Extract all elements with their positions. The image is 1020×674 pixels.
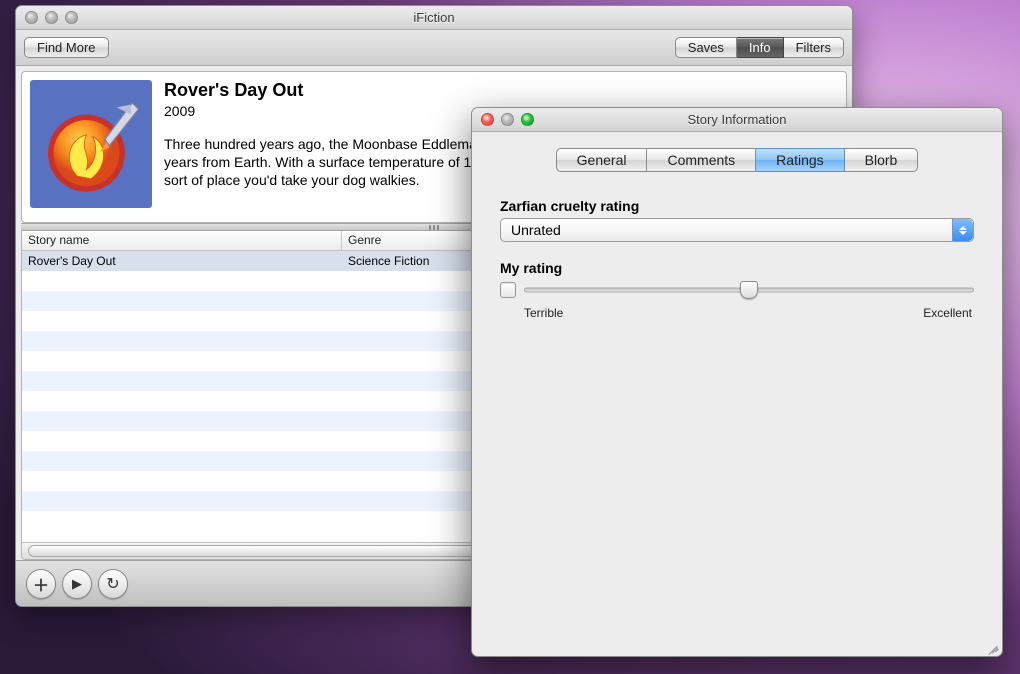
story-information-window: Story Information General Comments Ratin… <box>471 107 1003 657</box>
slider-thumb[interactable] <box>740 281 758 299</box>
tab-comments[interactable]: Comments <box>647 148 756 172</box>
tab-bar: General Comments Ratings Blorb <box>472 132 1002 184</box>
slider-max-label: Excellent <box>923 306 972 320</box>
resize-handle[interactable] <box>985 639 999 653</box>
cruelty-rating-value: Unrated <box>511 222 561 238</box>
plus-icon: ＋ <box>33 572 49 596</box>
minimize-icon[interactable] <box>501 113 514 126</box>
play-button[interactable]: ▶ <box>62 569 92 599</box>
close-icon[interactable] <box>481 113 494 126</box>
my-rating-slider[interactable] <box>524 280 974 300</box>
my-rating-label: My rating <box>500 260 974 276</box>
cruelty-rating-label: Zarfian cruelty rating <box>500 198 974 214</box>
close-icon[interactable] <box>25 11 38 24</box>
play-icon: ▶ <box>72 576 82 592</box>
zoom-icon[interactable] <box>521 113 534 126</box>
toolbar: Find More Saves Info Filters <box>16 30 852 66</box>
tab-ratings[interactable]: Ratings <box>756 148 844 172</box>
tab-general[interactable]: General <box>556 148 648 172</box>
tab-saves[interactable]: Saves <box>675 37 737 58</box>
add-button[interactable]: ＋ <box>26 569 56 599</box>
window-title: iFiction <box>16 10 852 25</box>
find-more-button[interactable]: Find More <box>24 37 109 58</box>
dropdown-arrows-icon <box>952 219 973 241</box>
tab-filters[interactable]: Filters <box>784 37 844 58</box>
story-title: Rover's Day Out <box>164 80 838 101</box>
tab-info[interactable]: Info <box>737 37 784 58</box>
zoom-icon[interactable] <box>65 11 78 24</box>
slider-min-label: Terrible <box>524 306 563 320</box>
minimize-icon[interactable] <box>45 11 58 24</box>
cell-story-name: Rover's Day Out <box>22 254 342 268</box>
view-segment: Saves Info Filters <box>675 37 844 58</box>
window-title: Story Information <box>472 112 1002 127</box>
column-story-name[interactable]: Story name <box>22 231 342 250</box>
refresh-button[interactable]: ↻ <box>98 569 128 599</box>
ratings-panel: Zarfian cruelty rating Unrated My rating… <box>472 184 1002 320</box>
my-rating-checkbox[interactable] <box>500 282 516 298</box>
tab-blorb[interactable]: Blorb <box>845 148 919 172</box>
cruelty-rating-select[interactable]: Unrated <box>500 218 974 242</box>
titlebar[interactable]: iFiction <box>16 6 852 30</box>
titlebar[interactable]: Story Information <box>472 108 1002 132</box>
cover-art <box>30 80 152 208</box>
refresh-icon: ↻ <box>106 574 119 594</box>
